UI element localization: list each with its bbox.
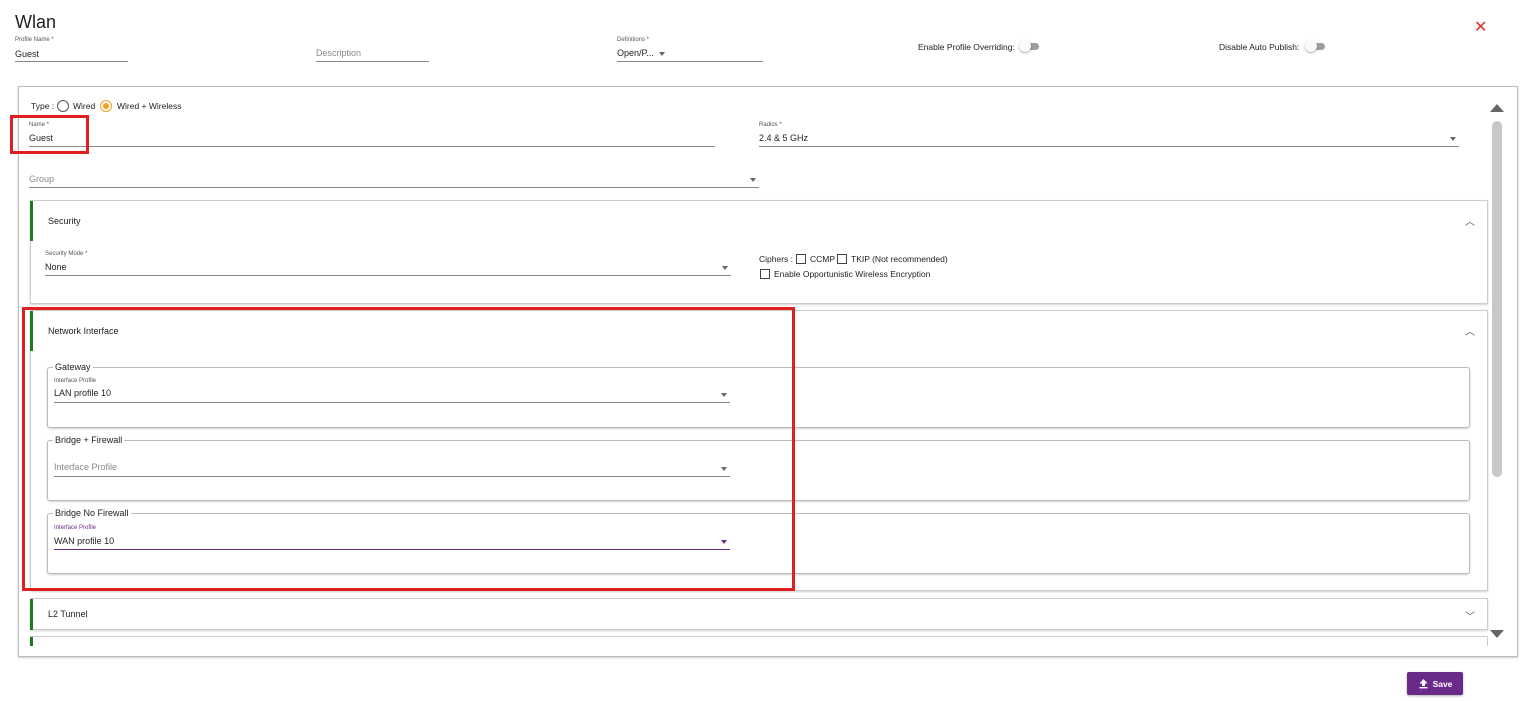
l2-tunnel-title[interactable]: L2 Tunnel xyxy=(48,609,88,619)
type-radio-wired-wireless[interactable] xyxy=(100,100,112,112)
section-accent-bar xyxy=(30,637,33,646)
next-section-clipped xyxy=(30,636,1488,646)
type-option-wired: Wired xyxy=(73,101,96,111)
bridge-no-firewall-legend: Bridge No Firewall xyxy=(53,508,131,518)
chevron-up-icon[interactable]: ︿ xyxy=(1465,213,1475,228)
type-radio-wired[interactable] xyxy=(57,100,69,112)
definitions-select[interactable]: Open/P... xyxy=(617,45,763,62)
security-mode-select[interactable]: None xyxy=(45,259,731,276)
chevron-down-icon xyxy=(721,467,727,471)
dialog-title: Wlan xyxy=(15,12,57,32)
definitions-label: Definitions * xyxy=(617,37,650,43)
close-icon[interactable]: ✕ xyxy=(1474,17,1487,37)
gateway-interface-profile-value: LAN profile 10 xyxy=(54,388,112,398)
bridge-firewall-placeholder: Interface Profile xyxy=(54,462,118,472)
radios-select[interactable]: 2.4 & 5 GHz xyxy=(759,130,1459,147)
upload-icon xyxy=(1419,679,1428,689)
save-button[interactable]: Save xyxy=(1407,672,1463,695)
section-accent-bar xyxy=(30,599,33,630)
toggle-knob xyxy=(1305,40,1317,52)
chevron-down-icon xyxy=(1450,137,1456,141)
chevron-down-icon xyxy=(721,393,727,397)
security-section: Security ︿ Security Mode * None Ciphers … xyxy=(30,200,1488,304)
description-placeholder: Description xyxy=(316,48,362,58)
type-option-wired-wireless: Wired + Wireless xyxy=(117,101,182,111)
save-label: Save xyxy=(1432,678,1453,689)
scroll-down-icon[interactable] xyxy=(1490,630,1504,638)
l2-tunnel-section: L2 Tunnel ﹀ xyxy=(30,598,1488,630)
name-value: Guest xyxy=(29,133,54,143)
enable-profile-overriding-label: Enable Profile Overriding: xyxy=(918,42,1015,52)
gateway-interface-profile-label: Interface Profile xyxy=(54,378,97,384)
chevron-up-icon[interactable]: ︿ xyxy=(1465,323,1475,338)
radios-value: 2.4 & 5 GHz xyxy=(759,133,809,143)
bridge-no-firewall-interface-profile-value: WAN profile 10 xyxy=(54,536,115,546)
bridge-firewall-interface-profile-select[interactable]: Interface Profile xyxy=(54,460,730,477)
type-label: Type : xyxy=(31,101,55,111)
toggle-knob xyxy=(1019,40,1031,52)
chevron-down-icon xyxy=(722,266,728,270)
group-placeholder: Group xyxy=(29,174,55,184)
radios-label: Radios * xyxy=(759,122,782,128)
chevron-down-icon[interactable]: ﹀ xyxy=(1465,608,1475,623)
tkip-label: TKIP (Not recommended) xyxy=(851,254,948,264)
description-field[interactable]: Description xyxy=(316,45,429,62)
profile-name-field[interactable]: Guest xyxy=(15,45,128,62)
chevron-down-icon xyxy=(750,178,756,182)
ccmp-checkbox[interactable] xyxy=(796,254,806,264)
bridge-firewall-legend: Bridge + Firewall xyxy=(53,435,125,445)
owe-label: Enable Opportunistic Wireless Encryption xyxy=(774,269,931,279)
security-mode-value: None xyxy=(45,262,67,272)
section-accent-bar xyxy=(30,201,33,241)
owe-checkbox[interactable] xyxy=(760,269,770,279)
enable-profile-overriding-toggle[interactable] xyxy=(1019,40,1041,52)
chevron-down-icon xyxy=(721,540,727,544)
profile-name-label: Profile Name * xyxy=(15,37,54,43)
gateway-legend: Gateway xyxy=(53,362,93,372)
name-field[interactable]: Guest xyxy=(29,130,715,147)
network-interface-title[interactable]: Network Interface xyxy=(48,326,119,336)
disable-auto-publish-toggle[interactable] xyxy=(1305,40,1327,52)
scrollbar-thumb[interactable] xyxy=(1492,121,1502,477)
bridge-no-firewall-interface-profile-label: Interface Profile xyxy=(54,525,97,531)
chevron-down-icon xyxy=(659,52,665,56)
definitions-value: Open/P... xyxy=(617,48,654,58)
name-label: Name * xyxy=(29,122,50,128)
disable-auto-publish-label: Disable Auto Publish: xyxy=(1219,42,1300,52)
ciphers-label: Ciphers : xyxy=(759,254,794,264)
section-accent-bar xyxy=(30,311,33,351)
gateway-interface-profile-select[interactable]: LAN profile 10 xyxy=(54,386,730,403)
group-select[interactable]: Group xyxy=(29,171,759,188)
bridge-no-firewall-interface-profile-select[interactable]: WAN profile 10 xyxy=(54,533,730,550)
scroll-up-icon[interactable] xyxy=(1490,104,1504,112)
ccmp-label: CCMP xyxy=(810,254,836,264)
security-mode-label: Security Mode * xyxy=(45,251,88,257)
profile-name-value: Guest xyxy=(15,49,40,59)
tkip-checkbox[interactable] xyxy=(837,254,847,264)
security-title[interactable]: Security xyxy=(48,216,81,226)
